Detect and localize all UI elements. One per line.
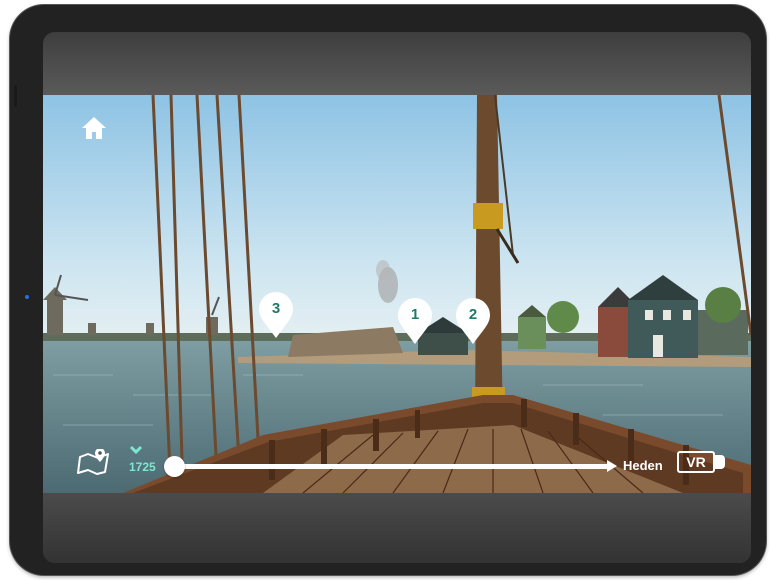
app-screen: 3 1 2 1725 Heden VR	[43, 32, 751, 563]
vr-headset-icon: VR	[677, 451, 715, 473]
timeline-handle[interactable]	[164, 456, 185, 477]
panorama-view[interactable]: 3 1 2 1725 Heden VR	[43, 95, 751, 493]
timeline-end-label[interactable]: Heden	[623, 458, 663, 473]
hotspot-marker-1[interactable]: 1	[397, 298, 433, 346]
vr-headset-strap	[715, 455, 725, 469]
chevron-down-icon	[129, 445, 143, 455]
front-camera	[25, 295, 29, 299]
letterbox-bottom	[43, 493, 751, 563]
vr-button[interactable]: VR	[677, 449, 729, 477]
vr-label: VR	[686, 454, 706, 470]
tablet-frame: 3 1 2 1725 Heden VR	[10, 5, 766, 575]
timeline-start-year: 1725	[129, 460, 156, 474]
timeline-slider: 1725 Heden VR	[129, 445, 749, 485]
timeline-arrow	[607, 460, 617, 472]
letterbox-top	[43, 32, 751, 95]
home-button[interactable]	[81, 115, 107, 141]
timeline-track[interactable]	[173, 464, 609, 469]
hotspot-marker-3[interactable]: 3	[258, 292, 294, 340]
hotspot-number: 1	[410, 306, 420, 323]
map-button[interactable]	[77, 449, 111, 475]
hotspot-number: 2	[468, 306, 478, 323]
camera-bump	[14, 85, 17, 107]
map-pin-icon	[77, 449, 109, 475]
home-icon	[82, 117, 106, 139]
hotspot-number: 3	[271, 300, 281, 317]
hotspot-marker-2[interactable]: 2	[455, 298, 491, 346]
harbor-scene	[43, 95, 751, 493]
